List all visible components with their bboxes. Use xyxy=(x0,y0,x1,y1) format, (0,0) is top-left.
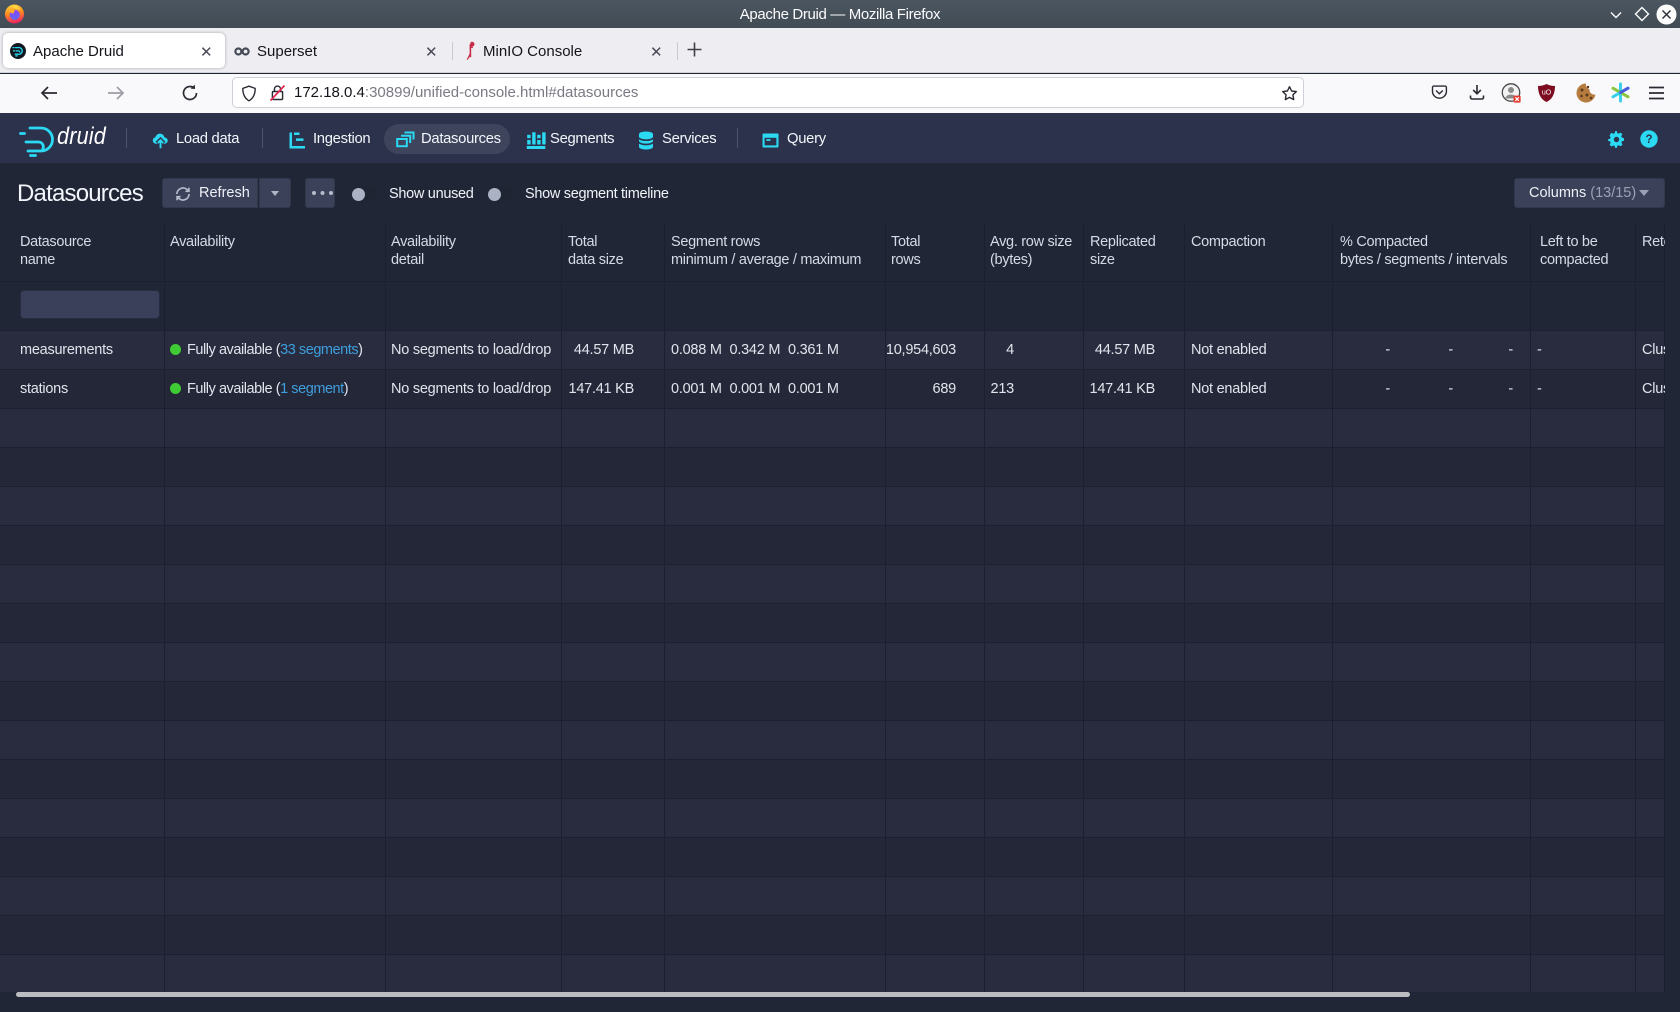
svg-text:?: ? xyxy=(1645,134,1652,146)
svg-text:uO: uO xyxy=(1542,90,1552,97)
